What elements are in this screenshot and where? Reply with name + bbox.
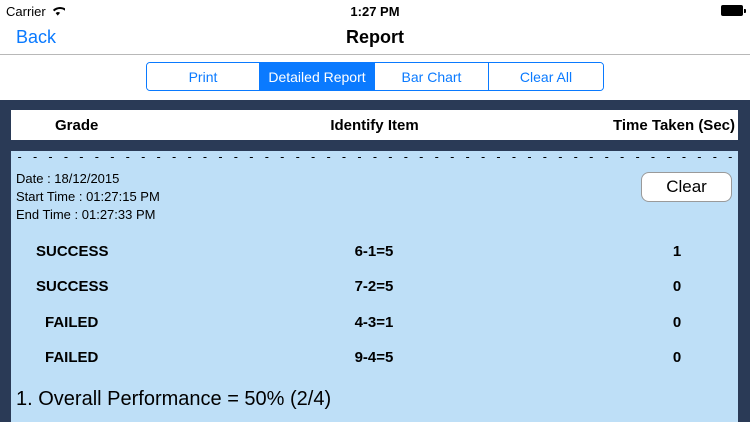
table-row: SUCCESS 7-2=5 0 — [11, 278, 738, 298]
segment-clear-all[interactable]: Clear All — [489, 63, 603, 90]
row-grade: SUCCESS — [36, 278, 109, 295]
battery-icon — [721, 5, 746, 16]
report-end-time: End Time : 01:27:33 PM — [16, 207, 156, 222]
row-time: 0 — [672, 314, 682, 331]
row-grade: FAILED — [45, 349, 99, 366]
row-item: 6-1=5 — [354, 243, 394, 260]
row-grade: FAILED — [45, 314, 99, 331]
page-title: Report — [346, 27, 404, 47]
table-row: FAILED 9-4=5 0 — [11, 349, 738, 369]
row-item: 4-3=1 — [354, 314, 394, 331]
row-time: 1 — [672, 243, 682, 260]
report-panel: Grade Identify Item Time Taken (Sec) - -… — [0, 100, 750, 422]
dashed-separator: - - - - - - - - - - - - - - - - - - - - … — [16, 151, 736, 163]
report-entry: - - - - - - - - - - - - - - - - - - - - … — [11, 151, 738, 422]
row-grade: SUCCESS — [36, 243, 109, 260]
overall-performance: 1. Overall Performance = 50% (2/4) — [16, 388, 332, 410]
navigation-bar: Back Report — [0, 22, 750, 55]
report-date: Date : 18/12/2015 — [16, 171, 120, 186]
report-start-time: Start Time : 01:27:15 PM — [16, 189, 160, 204]
table-header: Grade Identify Item Time Taken (Sec) — [11, 110, 738, 140]
segment-bar-chart[interactable]: Bar Chart — [375, 63, 489, 90]
status-bar: Carrier 1:27 PM — [0, 0, 750, 22]
row-time: 0 — [672, 278, 682, 295]
status-time: 1:27 PM — [350, 4, 400, 19]
segment-print[interactable]: Print — [147, 63, 260, 90]
table-row: SUCCESS 6-1=5 1 — [11, 243, 738, 263]
row-item: 7-2=5 — [354, 278, 394, 295]
header-time-taken: Time Taken (Sec) — [613, 117, 735, 134]
row-item: 9-4=5 — [354, 349, 394, 366]
report-segmented-control: Print Detailed Report Bar Chart Clear Al… — [146, 62, 604, 91]
segment-detailed-report[interactable]: Detailed Report — [260, 63, 375, 90]
clear-button[interactable]: Clear — [641, 172, 732, 202]
table-row: FAILED 4-3=1 0 — [11, 314, 738, 334]
row-time: 0 — [672, 349, 682, 366]
